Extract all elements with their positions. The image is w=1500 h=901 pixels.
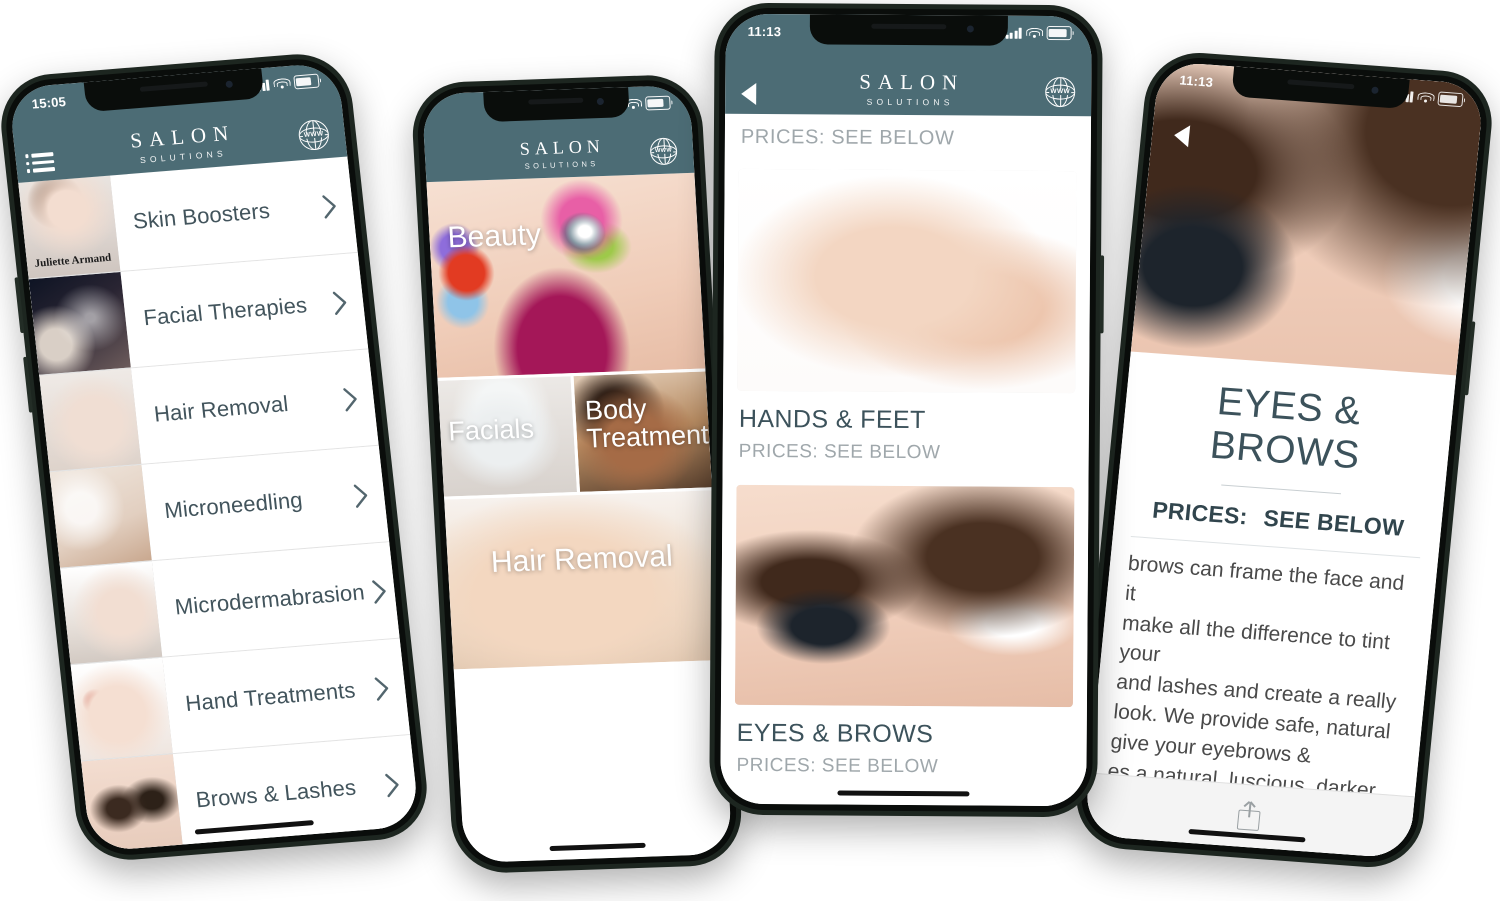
divider <box>1221 484 1342 495</box>
list-item-label: Microneedling <box>163 487 304 524</box>
status-indicators <box>1005 26 1072 40</box>
category-tile[interactable]: Beauty <box>426 172 706 378</box>
notch <box>483 87 630 123</box>
list-item-thumbnail <box>60 561 163 665</box>
nav-right: WWW <box>1029 76 1076 108</box>
brand-tagline: SOLUTIONS <box>866 96 954 107</box>
battery-icon <box>293 73 320 90</box>
wifi-icon <box>1416 91 1435 103</box>
phone-screen: SALON SOLUTIONS WWW Beauty Facials Body … <box>421 84 733 864</box>
globe-www-icon[interactable]: WWW <box>1045 76 1076 108</box>
list-item-thumbnail <box>70 657 173 761</box>
list-item-thumbnail <box>81 754 184 852</box>
list-item-thumbnail <box>39 368 142 472</box>
phone-category-tiles: SALON SOLUTIONS WWW Beauty Facials Body … <box>409 73 745 875</box>
globe-www-icon[interactable]: WWW <box>297 118 331 152</box>
chevron-right-icon <box>375 831 420 852</box>
top-prices-label: PRICES: SEE BELOW <box>740 125 955 150</box>
brand-name: SALON <box>859 69 965 94</box>
hamburger-icon[interactable] <box>31 152 56 173</box>
battery-icon <box>1437 91 1464 107</box>
back-arrow-wrap[interactable] <box>1173 124 1191 148</box>
category-tile-label: Hair Removal <box>490 539 674 580</box>
section-image <box>734 484 1075 708</box>
list-item-thumbnail <box>28 271 131 375</box>
power-button[interactable] <box>1099 255 1105 334</box>
nav-right: WWW <box>281 118 331 153</box>
battery-icon <box>645 95 671 111</box>
list-item-label: Skin Boosters <box>131 197 272 234</box>
section-title: EYES & BROWS <box>736 718 934 749</box>
nav-left <box>31 150 79 173</box>
app-brand: SALON SOLUTIONS <box>787 69 1029 107</box>
phone-screen: SALON SOLUTIONS WWW 15:05 Juliette Arman… <box>7 62 421 852</box>
wifi-icon <box>1025 27 1043 38</box>
detail-scroll-content[interactable]: PRICES: SEE BELOW HANDS & FEET PRICES: S… <box>720 113 1092 807</box>
back-arrow-icon[interactable] <box>741 82 757 105</box>
nav-left <box>741 82 787 105</box>
article-heading: EYES & BROWS <box>1208 380 1364 478</box>
globe-www-icon[interactable]: WWW <box>649 137 678 166</box>
list-item-label: Hair Removal <box>152 390 290 427</box>
section-prices: PRICES: SEE BELOW <box>736 754 939 778</box>
battery-icon <box>1046 26 1072 40</box>
cellular-signal-icon <box>1005 27 1022 39</box>
section-title: HANDS & FEET <box>738 404 926 435</box>
list-item-label: Hand Treatments <box>184 677 357 716</box>
notch <box>809 14 1008 46</box>
phone-screen: SALON SOLUTIONS WWW 11:13 PRICES: SEE BE… <box>720 13 1092 807</box>
list-item-label: Microdermabrasion <box>173 579 366 620</box>
phone-detail-scroll: SALON SOLUTIONS WWW 11:13 PRICES: SEE BE… <box>709 2 1105 818</box>
category-tile-label: Body Treatments <box>584 393 712 454</box>
category-tile-row: Facials Body Treatments <box>437 371 712 497</box>
home-indicator[interactable] <box>837 790 970 797</box>
category-tile[interactable]: Hair Removal <box>444 490 722 670</box>
category-tile-label: Beauty <box>446 218 542 255</box>
nav-right: WWW <box>630 137 678 166</box>
app-brand: SALON SOLUTIONS <box>486 135 632 171</box>
phone-service-list: SALON SOLUTIONS WWW 15:05 Juliette Arman… <box>0 50 433 864</box>
status-time: 11:13 <box>747 23 782 39</box>
list-item-thumbnail <box>49 464 152 568</box>
brand-name: SALON <box>519 135 606 159</box>
article-prices: PRICES: SEE BELOW <box>1132 495 1424 543</box>
app-brand: SALON SOLUTIONS <box>75 118 284 169</box>
wifi-icon <box>272 77 291 89</box>
prices-label: PRICES: <box>1151 496 1249 530</box>
category-tile-grid[interactable]: Beauty Facials Body Treatments Hair Remo… <box>426 172 733 864</box>
category-tile-label: Facials <box>447 413 535 447</box>
mockup-stage: SALON SOLUTIONS WWW 15:05 Juliette Arman… <box>0 0 1500 901</box>
brand-tagline: SOLUTIONS <box>524 158 599 171</box>
chevron-right-icon <box>364 735 420 834</box>
share-icon[interactable] <box>1236 802 1262 832</box>
status-time: 15:05 <box>30 93 67 112</box>
section-image <box>737 168 1077 394</box>
back-arrow-icon[interactable] <box>1173 124 1191 148</box>
category-tile[interactable]: Facials <box>437 376 577 497</box>
section-prices: PRICES: SEE BELOW <box>738 440 941 464</box>
list-item-thumbnail: Juliette Armand <box>18 175 121 279</box>
nav-left <box>442 171 488 173</box>
status-time: 11:13 <box>1178 71 1214 90</box>
category-tile[interactable]: Body Treatments <box>573 371 712 492</box>
list-item-label: Facial Therapies <box>142 292 309 331</box>
phone-article: EYES & BROWS PRICES: SEE BELOW brows can … <box>1071 49 1497 871</box>
prices-value: SEE BELOW <box>1262 504 1406 541</box>
